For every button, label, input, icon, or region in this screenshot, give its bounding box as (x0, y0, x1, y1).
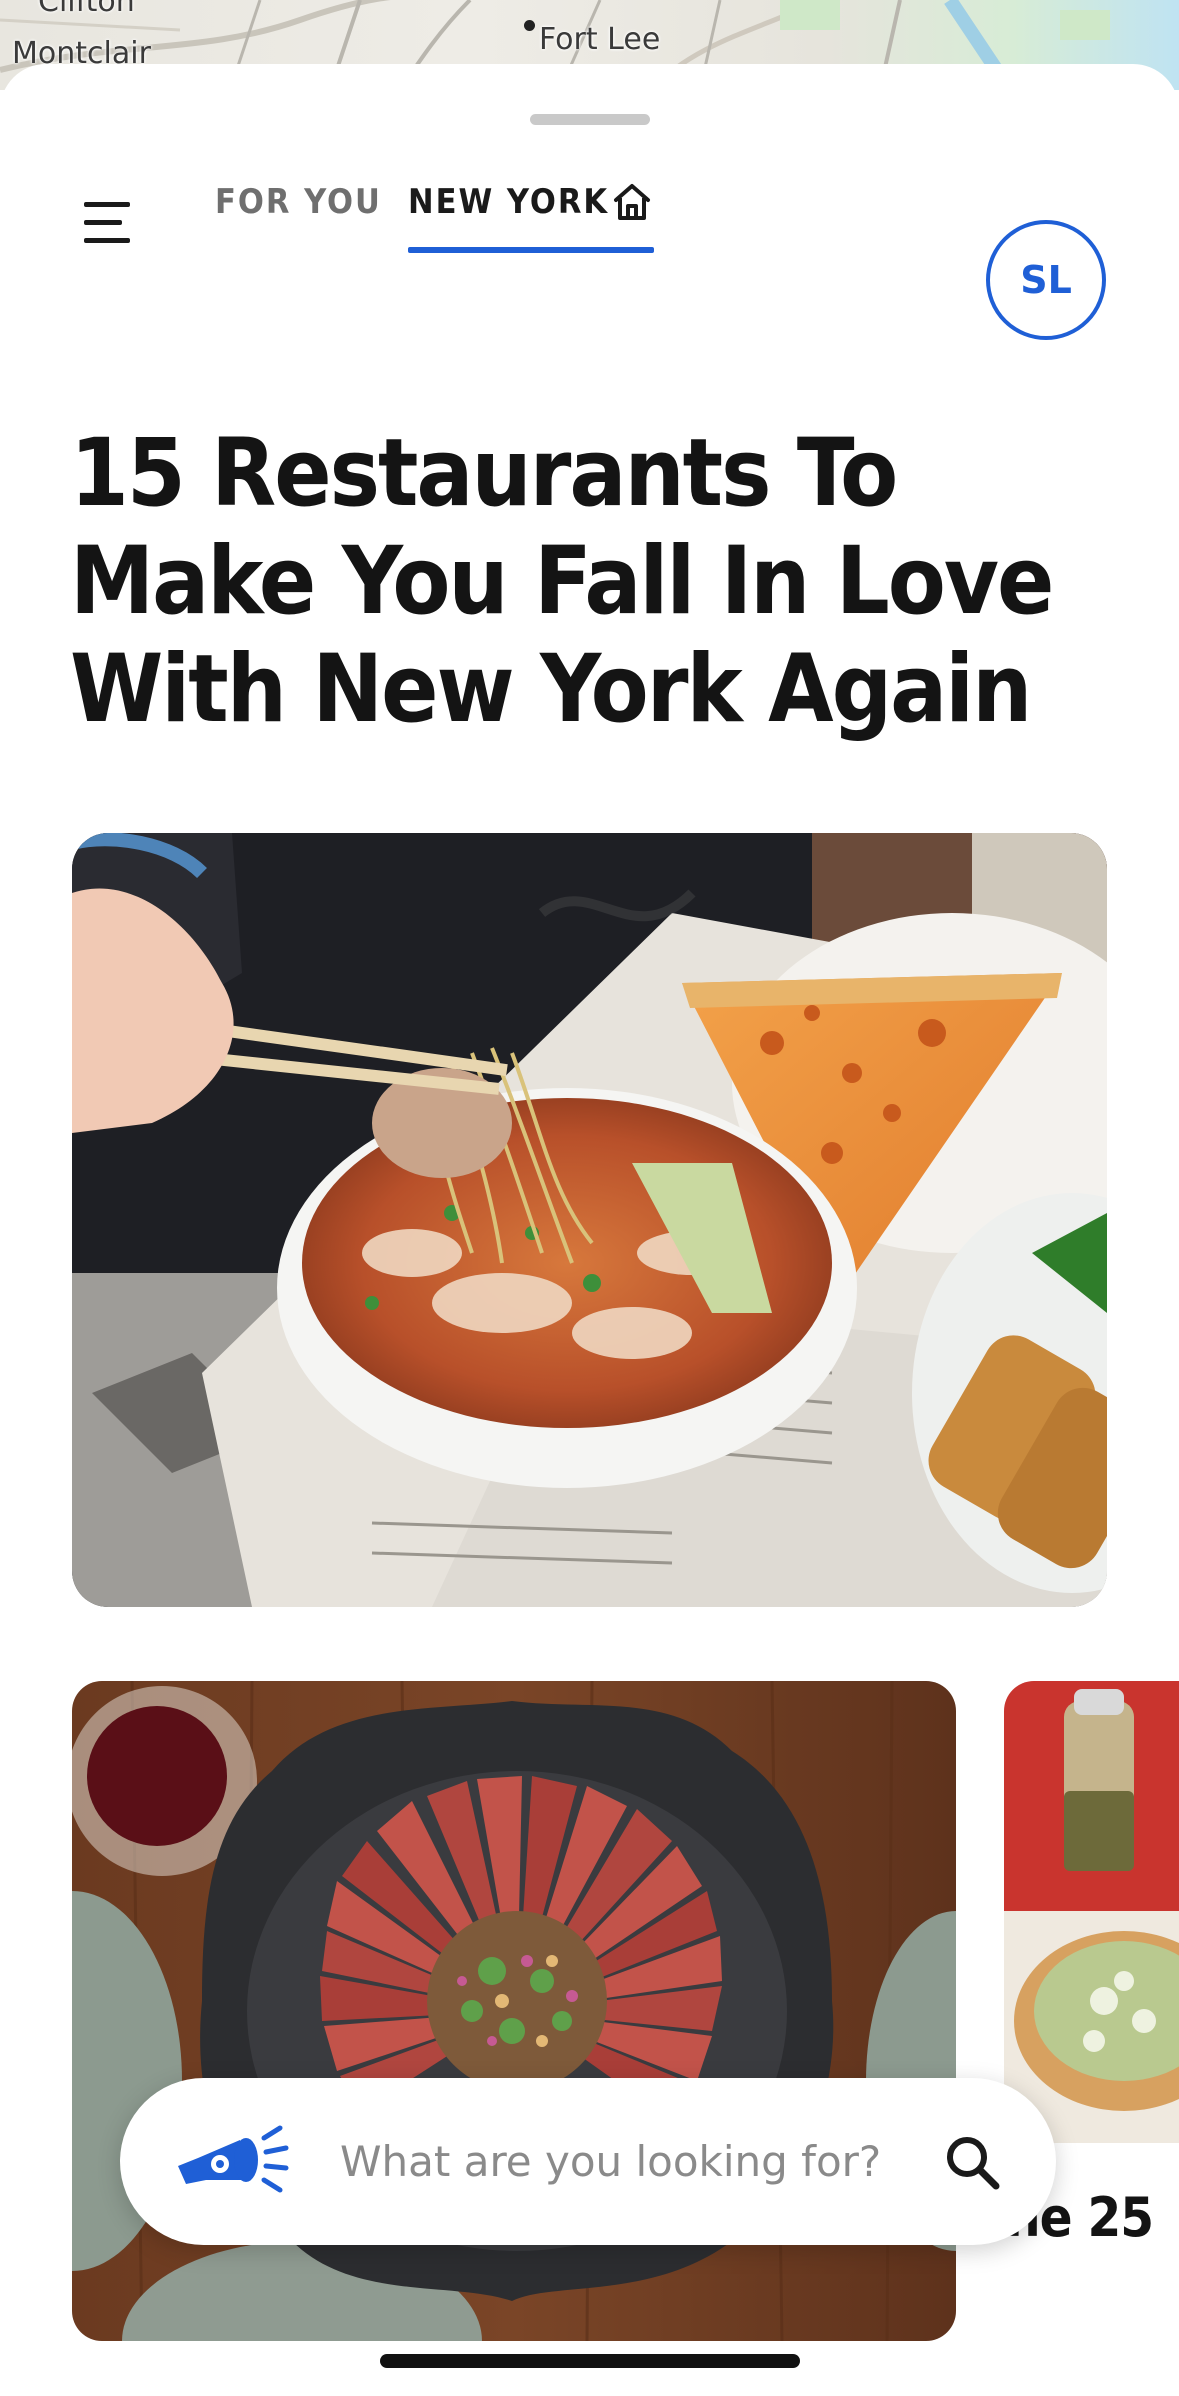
active-tab-indicator (408, 247, 654, 253)
avatar-initials: SL (1020, 258, 1072, 302)
home-indicator[interactable] (380, 2354, 800, 2368)
sheet-grabber-handle[interactable] (530, 114, 650, 125)
hamburger-icon (84, 202, 130, 207)
menu-button[interactable] (76, 190, 140, 254)
map-label-clifton: Clifton (38, 0, 135, 19)
screen: Clifton Montclair Fort Lee FOR YOU NEW Y… (0, 0, 1179, 2396)
article-headline[interactable]: 15 Restaurants To Make You Fall In Love … (70, 420, 1130, 744)
hero-food-illustration (72, 833, 1107, 1607)
search-icon[interactable] (940, 2130, 1006, 2196)
hamburger-icon-line (84, 238, 130, 243)
tab-for-you-label: FOR YOU (215, 182, 382, 222)
search-input[interactable] (340, 2128, 900, 2194)
next-card-illustration (1004, 1681, 1179, 2143)
avatar[interactable]: SL (986, 220, 1106, 340)
megaphone-logo-icon (178, 2125, 289, 2193)
next-section-title-clipped (72, 2375, 272, 2396)
tab-new-york[interactable]: NEW YORK (408, 182, 654, 253)
tab-for-you[interactable]: FOR YOU (215, 182, 382, 252)
carousel-next-card-image[interactable] (1004, 1681, 1179, 2143)
search-bar[interactable] (120, 2078, 1056, 2245)
home-icon (614, 184, 650, 220)
tab-new-york-label: NEW YORK (408, 182, 610, 222)
hero-image[interactable] (72, 833, 1107, 1607)
hamburger-icon-line (84, 220, 122, 225)
map-label-fort-lee: Fort Lee (539, 22, 661, 57)
map-pin-dot (524, 20, 535, 31)
